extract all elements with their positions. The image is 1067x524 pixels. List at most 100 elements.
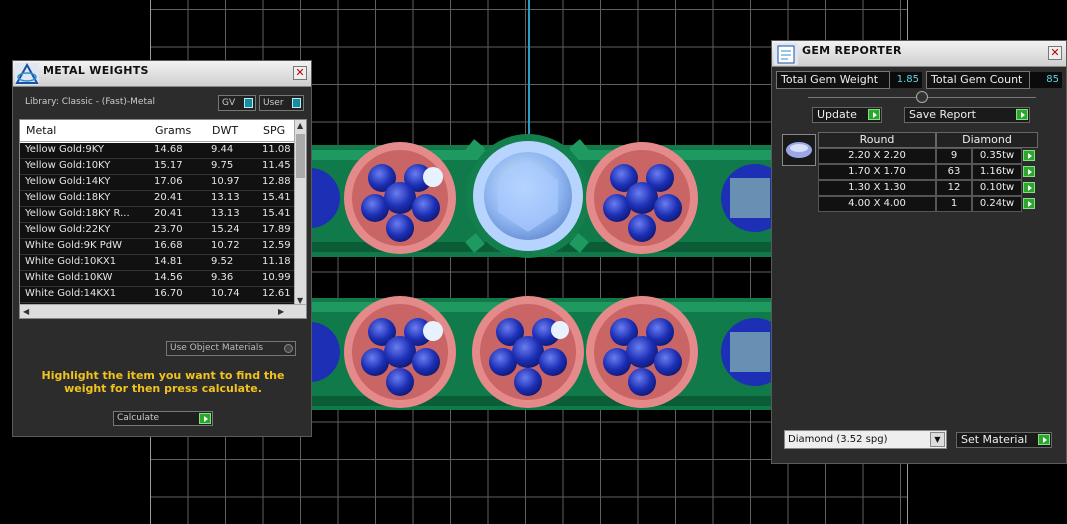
calculate-button[interactable]: Calculate [113, 411, 213, 426]
select-gem-button[interactable] [1023, 182, 1035, 193]
update-label: Update [817, 108, 857, 121]
spg-value: 12.88 [262, 176, 291, 187]
total-gem-count-label: Total Gem Count [926, 71, 1030, 89]
gem-size: 1.70 X 1.70 [818, 164, 936, 180]
gem-count: 1 [936, 196, 972, 212]
metal-weights-icon [15, 63, 39, 85]
select-gem-button[interactable] [1023, 150, 1035, 161]
metal-row[interactable]: Yellow Gold:9KY 14.68 9.44 11.08 [20, 143, 296, 159]
grams-value: 17.06 [154, 176, 183, 187]
save-report-button[interactable]: Save Report [904, 107, 1030, 123]
use-object-materials-toggle[interactable]: Use Object Materials [166, 341, 296, 356]
grams-value: 14.56 [154, 272, 183, 283]
metal-row[interactable]: Yellow Gold:18KY 20.41 13.13 15.41 [20, 191, 296, 207]
dwt-value: 10.97 [211, 176, 240, 187]
gem-shape-header: Round [818, 132, 936, 148]
library-label: Library: Classic - (Fast)-Metal [25, 97, 156, 107]
metal-row[interactable]: White Gold:10KW 14.56 9.36 10.99 [20, 271, 296, 287]
upper-center-stone [465, 134, 590, 258]
save-report-label: Save Report [909, 108, 976, 121]
total-gem-weight-value: 1.85 [890, 72, 922, 88]
gv-toggle[interactable]: GV [218, 95, 256, 111]
gem-reporter-titlebar[interactable]: GEM REPORTER ✕ [772, 41, 1066, 67]
play-icon [1038, 434, 1050, 445]
round-gem-icon [786, 142, 812, 158]
metal-weights-titlebar[interactable]: METAL WEIGHTS ✕ [13, 61, 311, 87]
gem-size: 1.30 X 1.30 [818, 180, 936, 196]
spg-value: 11.18 [262, 256, 291, 267]
col-spg[interactable]: SPG [263, 124, 285, 137]
gem-reporter-close-icon[interactable]: ✕ [1048, 46, 1062, 60]
gem-material-header: Diamond [936, 132, 1038, 148]
col-dwt[interactable]: DWT [212, 124, 238, 137]
ring-model[interactable] [300, 130, 780, 420]
vscroll-thumb[interactable] [296, 134, 305, 178]
grams-value: 16.68 [154, 240, 183, 251]
metal-name: Yellow Gold:14KY [25, 176, 111, 187]
use-object-materials-radio[interactable] [284, 344, 293, 353]
metal-row[interactable]: White Gold:10KX1 14.81 9.52 11.18 [20, 255, 296, 271]
metal-row[interactable]: Yellow Gold:22KY 23.70 15.24 17.89 [20, 223, 296, 239]
metal-name: Yellow Gold:9KY [25, 144, 104, 155]
metal-name: White Gold:10KX1 [25, 256, 117, 267]
metal-row[interactable]: Yellow Gold:10KY 15.17 9.75 11.45 [20, 159, 296, 175]
col-grams[interactable]: Grams [155, 124, 191, 137]
metal-weights-close-icon[interactable]: ✕ [293, 66, 307, 80]
spg-value: 12.61 [262, 288, 291, 299]
select-gem-button[interactable] [1023, 166, 1035, 177]
spg-value: 17.89 [262, 224, 291, 235]
metal-row[interactable]: Yellow Gold:18KY R... 20.41 13.13 15.41 [20, 207, 296, 223]
dwt-value: 13.13 [211, 208, 240, 219]
dwt-value: 13.13 [211, 192, 240, 203]
metal-table-header: Metal Grams DWT SPG [20, 120, 296, 142]
metal-row[interactable]: White Gold:9K PdW 16.68 10.72 12.59 [20, 239, 296, 255]
set-material-label: Set Material [961, 433, 1028, 446]
scroll-up-icon[interactable]: ▲ [297, 121, 303, 130]
metal-table-vscroll[interactable]: ▲ ▼ [294, 120, 306, 306]
metal-name: White Gold:14KX1 [25, 288, 117, 299]
set-material-button[interactable]: Set Material [956, 432, 1052, 448]
gem-list[interactable]: Round Diamond 2.20 X 2.20 9 0.35tw 1.70 X 1… [782, 132, 1038, 212]
scroll-left-icon[interactable]: ◀ [23, 307, 29, 316]
gem-size: 4.00 X 4.00 [818, 196, 936, 212]
col-metal[interactable]: Metal [26, 124, 56, 137]
axis-line [528, 0, 530, 145]
scroll-right-icon[interactable]: ▶ [278, 307, 284, 316]
splitter-handle[interactable] [916, 91, 928, 103]
metal-name: Yellow Gold:18KY R... [25, 208, 130, 219]
metal-row[interactable]: White Gold:14KX1 16.70 10.74 12.61 [20, 287, 296, 303]
spg-value: 15.41 [262, 192, 291, 203]
upper-setting-left [344, 142, 456, 254]
gem-count: 12 [936, 180, 972, 196]
gem-weight: 1.16tw [972, 164, 1022, 180]
spg-value: 11.45 [262, 160, 291, 171]
dwt-value: 10.72 [211, 240, 240, 251]
grams-value: 23.70 [154, 224, 183, 235]
calculate-hint: Highlight the item you want to find the … [41, 369, 285, 395]
spg-value: 15.41 [262, 208, 291, 219]
metal-table-hscroll[interactable]: ◀ ▶ [20, 304, 306, 318]
grams-value: 16.70 [154, 288, 183, 299]
play-icon [199, 413, 211, 424]
upper-setting-right [586, 142, 698, 254]
gv-toggle-label: GV [222, 98, 236, 108]
gem-reporter-icon [774, 43, 798, 65]
spg-value: 11.08 [262, 144, 291, 155]
grams-value: 20.41 [154, 208, 183, 219]
user-toggle[interactable]: User [259, 95, 304, 111]
chevron-down-icon[interactable]: ▼ [930, 432, 945, 447]
select-gem-button[interactable] [1023, 198, 1035, 209]
metal-name: White Gold:10KW [25, 272, 113, 283]
material-select-value: Diamond (3.52 spg) [788, 434, 888, 445]
metal-table[interactable]: Metal Grams DWT SPG Yellow Gold:9KY 14.68… [19, 119, 307, 319]
material-select[interactable]: Diamond (3.52 spg) ▼ [784, 430, 947, 449]
metal-row[interactable]: Yellow Gold:14KY 17.06 10.97 12.88 [20, 175, 296, 191]
metal-name: Yellow Gold:22KY [25, 224, 111, 235]
gem-reporter-panel: GEM REPORTER ✕ Total Gem Weight 1.85 Tot… [771, 40, 1067, 464]
gem-thumbnail[interactable] [782, 134, 816, 166]
metal-name: White Gold:9K PdW [25, 240, 122, 251]
dwt-value: 9.75 [211, 160, 234, 171]
dwt-value: 9.36 [211, 272, 234, 283]
gv-toggle-knob [244, 98, 253, 108]
update-button[interactable]: Update [812, 107, 882, 123]
